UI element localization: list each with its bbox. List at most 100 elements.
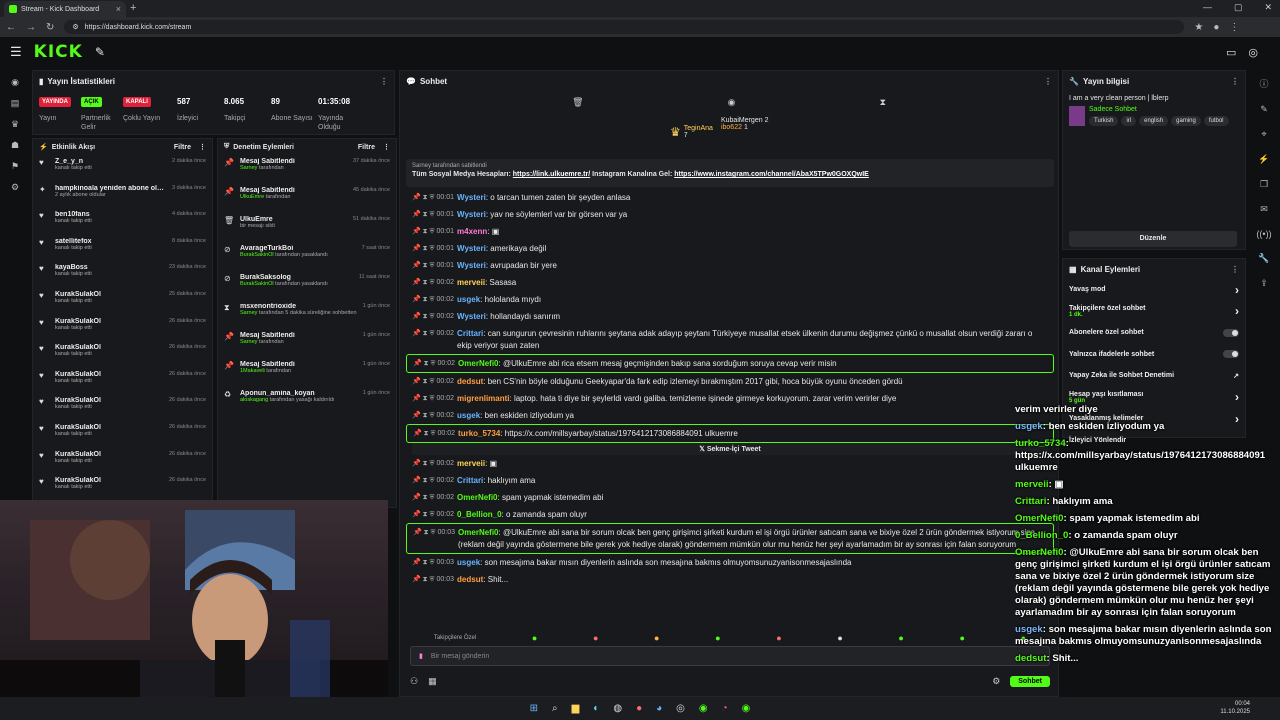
emote-icon[interactable]: ● xyxy=(898,633,903,643)
tweet-embed[interactable]: 𝕏 Sekme-İçi Tweet xyxy=(412,443,1048,455)
modlog-actor[interactable]: aloskagang xyxy=(240,397,268,403)
channel-action-item[interactable]: Takipçilere özel sohbet 1 dk. › xyxy=(1063,301,1245,323)
ban-icon[interactable]: ⛨ xyxy=(430,296,437,303)
browser-menu-icon[interactable]: ⋮ xyxy=(1229,22,1239,33)
timeout-icon[interactable]: ⧗ xyxy=(423,313,430,320)
steam-icon[interactable]: ◍ xyxy=(613,703,622,714)
timeout-icon[interactable]: ⧗ xyxy=(423,395,430,402)
site-info-icon[interactable]: ⚙ xyxy=(72,23,78,31)
emote-icon[interactable]: ● xyxy=(532,633,537,643)
chat-username[interactable]: Wysteri xyxy=(457,210,486,219)
timeout-icon[interactable]: ⧗ xyxy=(423,330,430,337)
calendar-icon[interactable]: ▦ xyxy=(428,676,437,687)
emote-icon[interactable]: ● xyxy=(593,633,598,643)
emote-icon[interactable]: ● xyxy=(837,633,842,643)
tool-icon[interactable]: 🔧 xyxy=(1258,253,1269,264)
modlog-menu-icon[interactable]: ⋮ xyxy=(383,143,390,151)
chat-username[interactable]: turko_5734 xyxy=(458,429,500,438)
close-tab-icon[interactable]: × xyxy=(116,4,121,14)
ban-icon[interactable]: ⛨ xyxy=(430,313,437,320)
chevron-right-icon[interactable]: › xyxy=(1235,304,1239,318)
ban-icon[interactable]: ⛨ xyxy=(431,430,438,437)
activity-name[interactable]: hampkinoala yeniden abone oldu! xyxy=(55,185,166,192)
activity-name[interactable]: kayaBoss xyxy=(55,264,163,271)
activity-name[interactable]: KurakSulakOl xyxy=(55,424,163,431)
ban-icon[interactable]: ⛨ xyxy=(430,245,437,252)
pin-icon[interactable]: 📌 xyxy=(412,477,423,484)
close-window-icon[interactable]: ✕ xyxy=(1264,2,1272,13)
ban-icon[interactable]: ⛨ xyxy=(430,511,437,518)
pin-icon[interactable]: 📌 xyxy=(412,395,423,402)
community-icon[interactable]: ☗ xyxy=(11,140,19,151)
timeout-icon[interactable]: ⧗ xyxy=(423,460,430,467)
stream-tag[interactable]: Turkish xyxy=(1089,116,1119,126)
modlog-actor[interactable]: Sarney xyxy=(240,310,257,316)
pin-icon[interactable]: 📌 xyxy=(412,194,423,201)
ban-icon[interactable]: ⛨ xyxy=(430,412,437,419)
whatsapp-icon[interactable]: ◉ xyxy=(699,703,708,714)
timeout-icon[interactable]: ⧗ xyxy=(423,412,430,419)
external-link-icon[interactable]: ↗ xyxy=(1233,372,1239,380)
ban-icon[interactable]: ⛨ xyxy=(430,330,437,337)
timeout-icon[interactable]: ⧗ xyxy=(424,529,431,536)
ban-icon[interactable]: ⛨ xyxy=(430,262,437,269)
info-circle-icon[interactable]: ⓘ xyxy=(1259,77,1268,90)
timeout-icon[interactable]: ⧗ xyxy=(423,477,430,484)
spotify-icon[interactable]: ◉ xyxy=(742,703,751,714)
ban-icon[interactable]: ⛨ xyxy=(430,559,437,566)
emote-icon[interactable]: ● xyxy=(654,633,659,643)
activity-name[interactable]: ben10fans xyxy=(55,211,166,218)
minimize-icon[interactable]: — xyxy=(1203,2,1212,13)
actions-menu-icon[interactable]: ⋮ xyxy=(1231,265,1239,274)
chat-settings-icon[interactable]: ⚙ xyxy=(992,676,1000,687)
modlog-name[interactable]: Mesaj Sabitlendi xyxy=(240,187,347,194)
modlog-name[interactable]: AvarageTurkBoi xyxy=(240,245,356,252)
channel-action-item[interactable]: Abonelere özel sohbet xyxy=(1063,322,1245,344)
search-icon[interactable]: ⌕ xyxy=(552,703,558,714)
activity-menu-icon[interactable]: ⋮ xyxy=(199,143,206,151)
chevron-right-icon[interactable]: › xyxy=(1235,283,1239,297)
activity-name[interactable]: KurakSulakOl xyxy=(55,451,163,458)
modlog-name[interactable]: Aponun_amina_koyan xyxy=(240,390,357,397)
browser-tab[interactable]: Stream - Kick Dashboard × xyxy=(4,1,126,17)
activity-filter-button[interactable]: Filtre xyxy=(174,144,191,151)
modlog-name[interactable]: Mesaj Sabitlendi xyxy=(240,158,347,165)
settings-icon[interactable]: ⚙ xyxy=(11,182,19,193)
chat-username[interactable]: usgek xyxy=(457,295,480,304)
hamburger-menu-icon[interactable]: ☰ xyxy=(10,44,22,60)
pinned-link[interactable]: https://link.ulkuemre.tr/ xyxy=(513,171,590,178)
modlog-name[interactable]: Mesaj Sabitlendi xyxy=(240,332,357,339)
pin-icon[interactable]: 📌 xyxy=(412,262,423,269)
ban-icon[interactable]: ⛨ xyxy=(430,576,437,583)
pin-icon[interactable]: 📌 xyxy=(412,511,423,518)
timeout-icon[interactable]: ⧗ xyxy=(423,228,430,235)
ban-icon[interactable]: ⛨ xyxy=(430,378,437,385)
chevron-right-icon[interactable]: › xyxy=(1235,390,1239,404)
bookmark-star-icon[interactable]: ★ xyxy=(1194,22,1203,33)
activity-name[interactable]: KurakSulakOl xyxy=(55,371,163,378)
timeout-icon[interactable]: ⧗ xyxy=(423,262,430,269)
pin-icon[interactable]: 📌 xyxy=(412,228,423,235)
ban-icon[interactable]: ⛨ xyxy=(430,228,437,235)
chat-username[interactable]: Wysteri xyxy=(457,261,486,270)
ban-icon[interactable]: ⛨ xyxy=(430,460,437,467)
pencil-icon[interactable]: ✎ xyxy=(1260,104,1268,115)
modlog-actor[interactable]: BurakSakinOl xyxy=(240,281,274,287)
crosshair-icon[interactable]: ⌖ xyxy=(1261,129,1266,140)
dashboard-icon[interactable]: ▤ xyxy=(11,98,20,109)
copy-icon[interactable]: ❐ xyxy=(1260,179,1268,190)
activity-name[interactable]: satellitefox xyxy=(55,238,166,245)
stream-tag[interactable]: english xyxy=(1139,116,1169,126)
chat-username[interactable]: OmerNefi0 xyxy=(458,359,498,368)
modlog-actor[interactable]: UlkuEmre xyxy=(240,194,264,200)
modlog-name[interactable]: UlkuEmre xyxy=(240,216,347,223)
pin-icon[interactable]: 📌 xyxy=(412,313,423,320)
timeout-icon[interactable]: ⧗ xyxy=(423,494,430,501)
stream-tag[interactable]: futbol xyxy=(1203,116,1229,126)
timeout-icon[interactable]: ⧗ xyxy=(423,194,430,201)
modlog-name[interactable]: Mesaj Sabitlendi xyxy=(240,361,357,368)
activity-name[interactable]: KurakSulakOl xyxy=(55,477,163,484)
timeout-icon[interactable]: ⧗ xyxy=(424,360,431,367)
windows-start-icon[interactable]: ⊞ xyxy=(530,703,538,714)
ban-icon[interactable]: ⛨ xyxy=(430,211,437,218)
